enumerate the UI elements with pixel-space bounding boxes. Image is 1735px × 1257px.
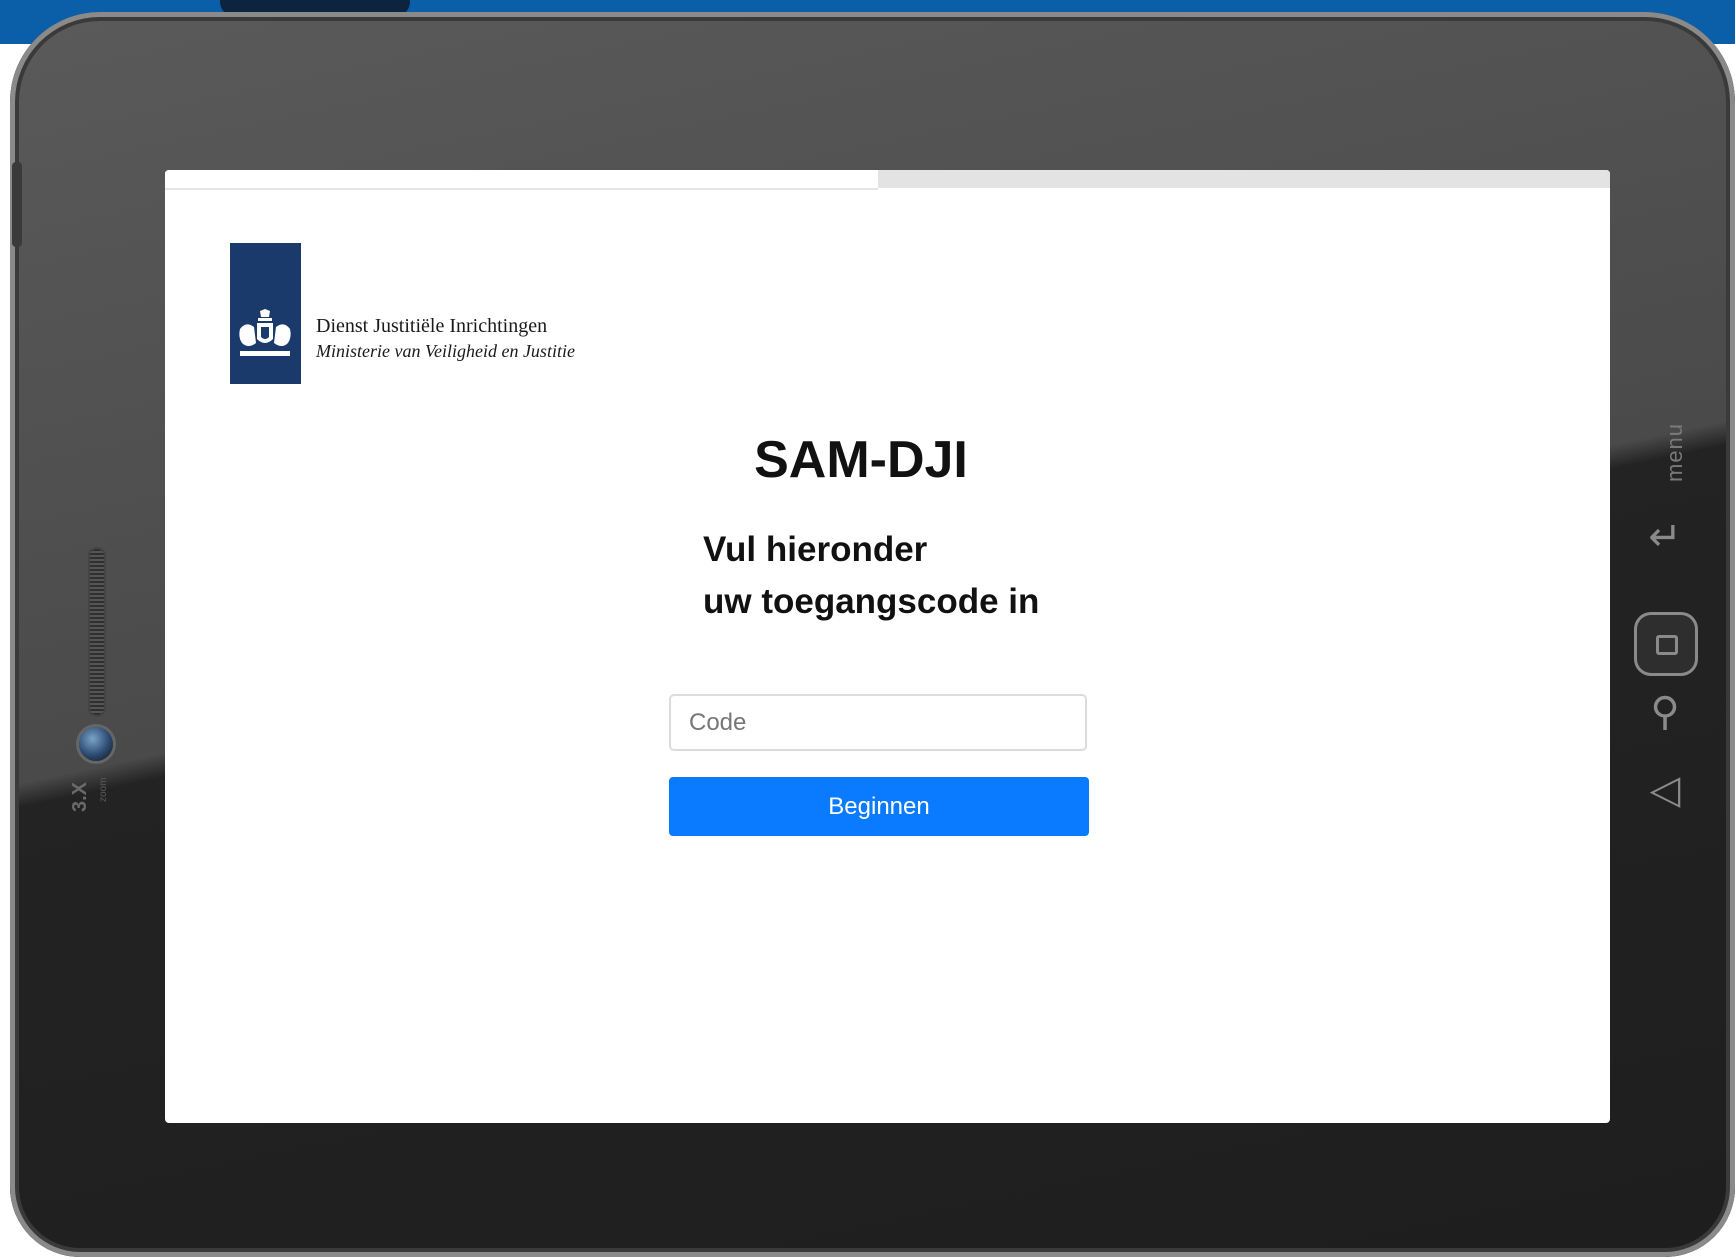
back-icon[interactable]: ◁: [1640, 770, 1690, 810]
instruction-line-1: Vul hieronder: [703, 530, 928, 569]
search-icon[interactable]: ⚲: [1640, 692, 1690, 732]
tablet-frame: 3.X zoom menu ↵ ⚲ ◁ Dienst Justitiële In…: [10, 12, 1735, 1257]
rotate-icon[interactable]: ↵: [1640, 517, 1690, 557]
tab-strip: [165, 170, 1610, 190]
home-icon[interactable]: [1637, 615, 1695, 673]
side-button: [12, 162, 22, 247]
instruction-text: Vul hieronder uw toegangscode in: [703, 524, 1039, 628]
ministry-name: Ministerie van Veiligheid en Justitie: [316, 341, 575, 361]
crest-icon: [239, 309, 291, 356]
tab-active[interactable]: [165, 170, 878, 190]
instruction-line-2: uw toegangscode in: [703, 582, 1040, 621]
tab-inactive[interactable]: [878, 170, 1610, 188]
org-name: Dienst Justitiële Inrichtingen: [316, 315, 548, 337]
app-screen: Dienst Justitiële Inrichtingen Ministeri…: [165, 170, 1610, 1123]
zoom-label: 3.X: [69, 781, 91, 812]
menu-label[interactable]: menu: [1662, 423, 1688, 482]
page-title: SAM-DJI: [754, 431, 968, 489]
begin-button[interactable]: Beginnen: [669, 777, 1089, 836]
code-input[interactable]: [669, 694, 1087, 751]
logo: [230, 243, 301, 384]
speaker-grille: [88, 547, 106, 717]
zoom-sub-label: zoom: [98, 777, 109, 802]
camera-lens: [79, 727, 113, 761]
